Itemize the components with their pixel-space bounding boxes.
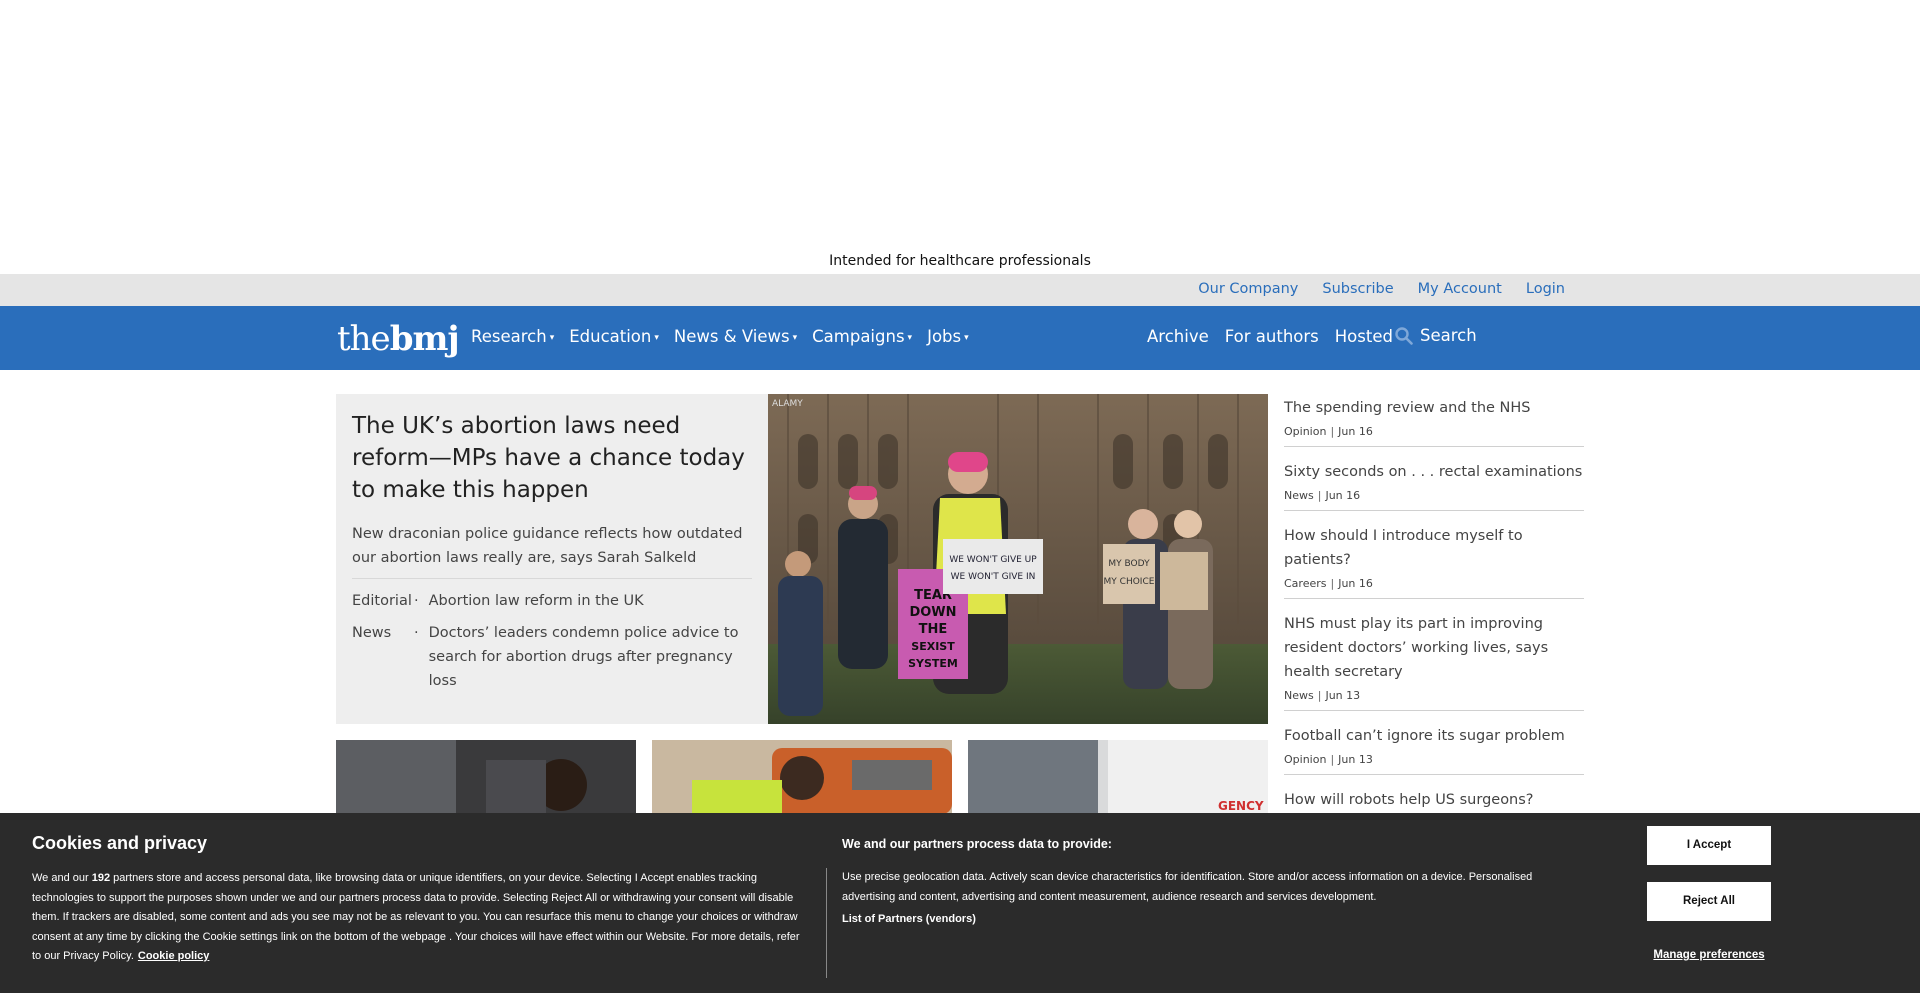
our-company-link[interactable]: Our Company	[1198, 281, 1298, 297]
thumbnail-3[interactable]: GENCY	[968, 740, 1268, 814]
ad-space	[0, 0, 1920, 252]
related-type: Editorial	[352, 593, 412, 609]
purposes-list: Use precise geolocation data. Actively s…	[842, 871, 1533, 903]
lead-article: The UK’s abortion laws need reform—MPs h…	[336, 394, 768, 724]
svg-text:DOWN: DOWN	[909, 605, 956, 620]
search-icon	[1395, 326, 1413, 345]
cookie-title: Cookies and privacy	[32, 833, 208, 853]
thumbnail-1[interactable]	[336, 740, 636, 814]
article-type: Opinion	[1284, 753, 1327, 766]
list-item-meta: News | Jun 16	[1284, 489, 1361, 502]
chevron-down-icon: ▾	[792, 332, 798, 343]
related-link[interactable]: Abortion law reform in the UK	[429, 589, 644, 613]
article-thumbnails: GENCY	[336, 740, 1268, 814]
cookie-consent-banner: Cookies and privacy We and our 192 partn…	[0, 813, 1920, 993]
list-item: Football can’t ignore its sugar problem O…	[1284, 722, 1584, 775]
article-type: News	[1284, 689, 1314, 702]
manage-preferences-link[interactable]: Manage preferences	[1647, 949, 1771, 961]
nav-campaigns[interactable]: Campaigns ▾	[812, 327, 912, 346]
cookie-description: We and our 192 partners store and access…	[32, 872, 800, 962]
list-item-meta: News | Jun 13	[1284, 689, 1361, 702]
lead-article-title[interactable]: The UK’s abortion laws need reform—MPs h…	[352, 410, 752, 506]
list-item-meta: Opinion | Jun 16	[1284, 425, 1373, 438]
related-item: News · Doctors’ leaders condemn police a…	[352, 621, 752, 693]
svg-text:MY CHOICE: MY CHOICE	[1104, 577, 1155, 587]
chevron-down-icon: ▾	[654, 332, 659, 343]
article-date: Jun 13	[1325, 689, 1361, 702]
thumbnail-2[interactable]	[652, 740, 952, 814]
main-navigation: thebmj Research ▾ Education ▾ News & Views…	[0, 306, 1920, 370]
nav-for-authors[interactable]: For authors	[1225, 327, 1319, 346]
article-date: Jun 13	[1338, 753, 1373, 766]
svg-text:THE: THE	[919, 622, 948, 637]
chevron-down-icon: ▾	[964, 332, 969, 343]
article-type: Opinion	[1284, 425, 1327, 438]
svg-text:GENCY: GENCY	[1218, 799, 1264, 813]
nav-jobs[interactable]: Jobs ▾	[927, 327, 969, 346]
purposes-title: We and our partners process data to prov…	[842, 837, 1112, 851]
list-item-meta: Careers | Jun 16	[1284, 577, 1373, 590]
chevron-down-icon: ▾	[549, 332, 555, 343]
bmj-logo[interactable]: thebmj	[337, 319, 460, 359]
list-item-title[interactable]: NHS must play its part in improving resi…	[1284, 612, 1584, 684]
list-item: Sixty seconds on . . . rectal examinatio…	[1284, 458, 1584, 511]
list-item: How should I introduce myself to patient…	[1284, 522, 1584, 599]
nav-news-views[interactable]: News & Views ▾	[674, 327, 797, 346]
nav-archive[interactable]: Archive	[1147, 327, 1209, 346]
related-type: News	[352, 625, 392, 641]
search-button[interactable]: Search	[1395, 326, 1477, 345]
related-articles: Editorial · Abortion law reform in the U…	[352, 589, 752, 693]
article-type: News	[1284, 489, 1314, 502]
article-date: Jun 16	[1325, 489, 1361, 502]
article-type: Careers	[1284, 577, 1327, 590]
list-item-title[interactable]: How will robots help US surgeons?	[1284, 788, 1584, 812]
subscribe-link[interactable]: Subscribe	[1322, 281, 1393, 297]
article-date: Jun 16	[1338, 577, 1373, 590]
partners-list-link[interactable]: List of Partners (vendors)	[842, 913, 976, 925]
accept-button[interactable]: I Accept	[1647, 826, 1771, 865]
list-item-title[interactable]: Sixty seconds on . . . rectal examinatio…	[1284, 460, 1584, 484]
nav-education[interactable]: Education ▾	[569, 327, 659, 346]
protest-photo: TEAR DOWN THE SEXIST SYSTEM WE WON'T GIV…	[768, 394, 1268, 724]
utility-bar: Our Company Subscribe My Account Login	[0, 274, 1920, 306]
related-link[interactable]: Doctors’ leaders condemn police advice t…	[429, 621, 752, 693]
svg-text:SEXIST: SEXIST	[911, 640, 955, 653]
related-item: Editorial · Abortion law reform in the U…	[352, 589, 752, 613]
audience-notice: Intended for healthcare professionals	[829, 253, 1091, 269]
login-link[interactable]: Login	[1526, 281, 1565, 297]
list-item: The spending review and the NHS Opinion | J…	[1284, 394, 1584, 447]
cookie-policy-link[interactable]: Cookie policy	[138, 950, 210, 962]
svg-text:MY BODY: MY BODY	[1108, 559, 1150, 569]
svg-text:WE WON'T GIVE IN: WE WON'T GIVE IN	[951, 572, 1036, 582]
list-item-meta: Opinion | Jun 13	[1284, 753, 1373, 766]
nav-research[interactable]: Research ▾	[471, 327, 554, 346]
svg-text:ALAMY: ALAMY	[772, 399, 803, 409]
svg-text:SYSTEM: SYSTEM	[908, 657, 958, 670]
list-item: NHS must play its part in improving resi…	[1284, 610, 1584, 711]
list-item-title[interactable]: Football can’t ignore its sugar problem	[1284, 724, 1584, 748]
latest-articles-list: The spending review and the NHS Opinion | J…	[1284, 394, 1584, 850]
my-account-link[interactable]: My Account	[1418, 281, 1502, 297]
divider	[826, 868, 827, 978]
svg-text:WE WON'T GIVE UP: WE WON'T GIVE UP	[949, 555, 1037, 565]
list-item-title[interactable]: How should I introduce myself to patient…	[1284, 524, 1584, 572]
lead-article-image[interactable]: TEAR DOWN THE SEXIST SYSTEM WE WON'T GIV…	[768, 394, 1268, 724]
list-item-title[interactable]: The spending review and the NHS	[1284, 396, 1584, 420]
lead-article-standfirst: New draconian police guidance reflects h…	[352, 522, 752, 579]
chevron-down-icon: ▾	[907, 332, 913, 343]
article-date: Jun 16	[1338, 425, 1373, 438]
nav-hosted[interactable]: Hosted	[1335, 327, 1393, 346]
reject-all-button[interactable]: Reject All	[1647, 882, 1771, 921]
